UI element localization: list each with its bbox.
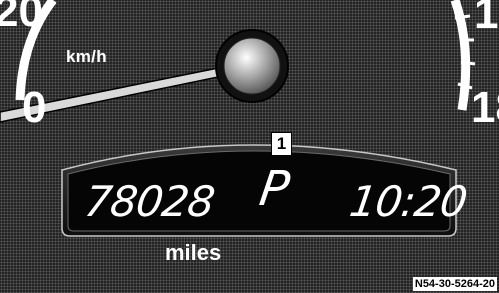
speed-scale-20: 20 xyxy=(0,0,43,36)
clock-readout: 10:20 xyxy=(346,177,470,226)
figure-reference: N54-30-5264-20 xyxy=(412,277,497,291)
right-gauge-tick xyxy=(457,82,473,90)
needle-hub xyxy=(223,37,281,95)
right-gauge-tick xyxy=(454,14,471,20)
odometer-unit-label: miles xyxy=(165,240,222,265)
cluster-artwork xyxy=(0,0,476,237)
right-gauge-tick xyxy=(460,60,476,66)
odometer-readout: 78028 xyxy=(81,177,218,226)
instrument-cluster: 20 0 16 18 km/h 1 78028 P 10:20 miles N5… xyxy=(0,0,499,293)
right-scale-16: 16 xyxy=(474,0,499,38)
right-scale-18: 18 xyxy=(471,83,499,132)
speed-unit-label: km/h xyxy=(66,47,107,66)
speed-scale-0: 0 xyxy=(22,83,47,132)
callout-number: 1 xyxy=(271,132,292,156)
